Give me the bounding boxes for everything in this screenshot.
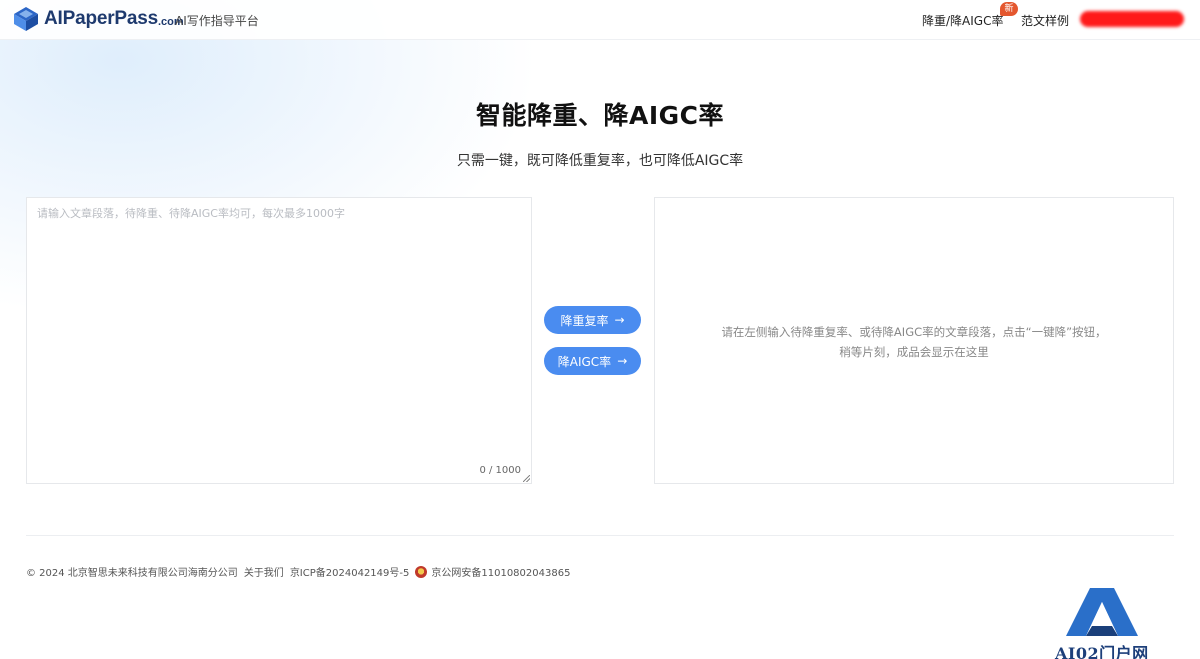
- article-input[interactable]: [27, 198, 531, 483]
- user-account-redacted[interactable]: [1080, 11, 1184, 27]
- footer: © 2024 北京智思未来科技有限公司海南分公司 关于我们 京ICP备20240…: [26, 564, 576, 579]
- reduce-aigc-label: 降AIGC率: [557, 354, 612, 369]
- logo-icon: [14, 7, 38, 31]
- reduce-aigc-button[interactable]: 降AIGC率 →: [544, 347, 641, 375]
- brand-name: AIPaperPass: [44, 8, 158, 29]
- reduce-duplication-label: 降重复率: [560, 313, 609, 328]
- brand-logo[interactable]: AIPaperPass .com: [12, 6, 184, 32]
- page-subtitle: 只需一键，既可降低重复率，也可降低AIGC率: [456, 153, 744, 169]
- arrow-right-icon: →: [614, 313, 625, 327]
- about-link[interactable]: 关于我们: [244, 564, 284, 579]
- footer-divider: [26, 535, 1174, 536]
- resize-handle[interactable]: [523, 475, 530, 482]
- copyright: © 2024 北京智思未来科技有限公司海南分公司: [26, 568, 238, 579]
- arrow-right-icon: →: [617, 354, 628, 368]
- police-badge-icon: [415, 565, 428, 578]
- output-hint-line-1: 请在左侧输入待降重复率、或待降AIGC率的文章段落，点击“一键降”按钮，: [721, 325, 1107, 339]
- output-panel: 请在左侧输入待降重复率、或待降AIGC率的文章段落，点击“一键降”按钮， 稍等片…: [654, 197, 1174, 484]
- nav-reduce-duplication[interactable]: 降重/降AIGC率: [922, 12, 1003, 29]
- page-title: 智能降重、降AIGC率: [475, 101, 725, 130]
- icp-link[interactable]: 京ICP备2024042149号-5: [290, 564, 410, 579]
- top-header: AIPaperPass .com AI写作指导平台 降重/降AIGC率 新 范文…: [0, 0, 1200, 40]
- tagline: AI写作指导平台: [175, 14, 259, 28]
- watermark-text: AI02门户网: [1055, 644, 1149, 659]
- police-record-link[interactable]: 京公网安备11010802043865: [431, 564, 570, 579]
- output-placeholder: 请在左侧输入待降重复率、或待降AIGC率的文章段落，点击“一键降”按钮， 稍等片…: [655, 322, 1173, 362]
- char-counter: 0 / 1000: [479, 465, 521, 476]
- new-badge: 新: [1000, 2, 1018, 16]
- output-hint-line-2: 稍等片刻，成品会显示在这里: [839, 345, 989, 359]
- reduce-duplication-button[interactable]: 降重复率 →: [544, 306, 641, 334]
- input-panel: 0 / 1000: [26, 197, 532, 484]
- nav-sample-essays[interactable]: 范文样例: [1021, 12, 1069, 29]
